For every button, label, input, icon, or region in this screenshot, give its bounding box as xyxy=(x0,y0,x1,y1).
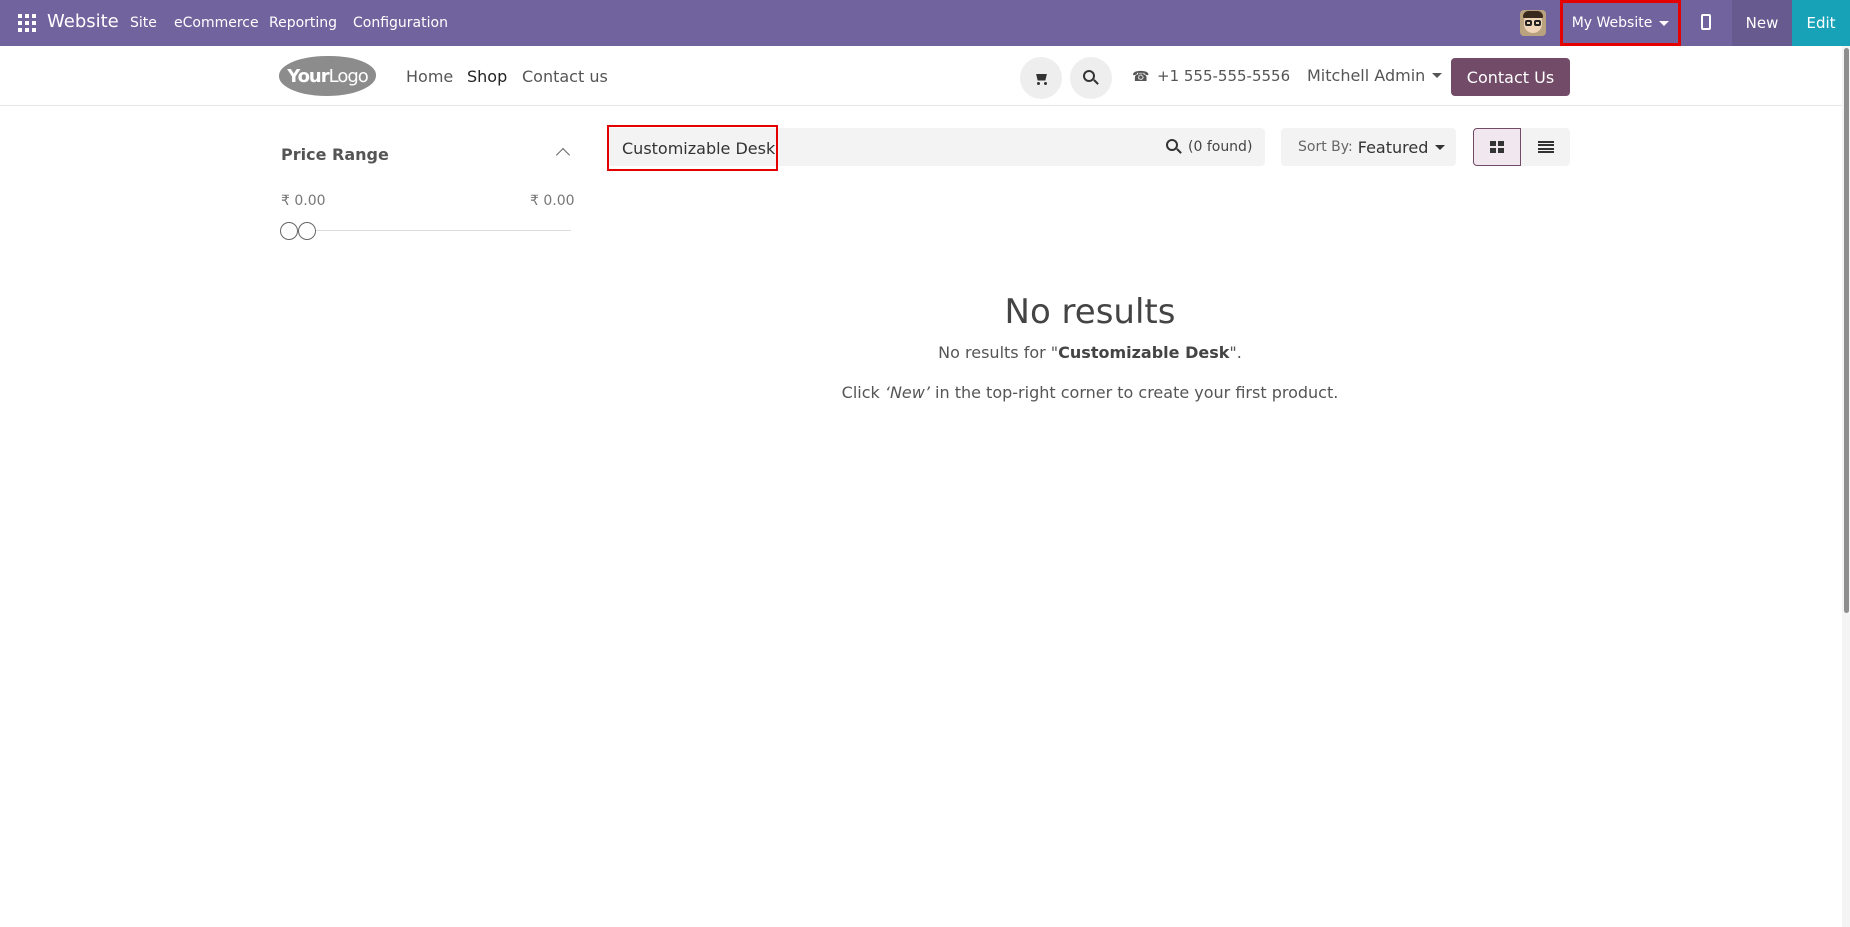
hint-suffix: in the top-right corner to create your f… xyxy=(929,383,1339,402)
results-count: (0 found) xyxy=(1188,139,1253,155)
search-input[interactable]: Customizable Desk xyxy=(607,125,778,171)
new-button[interactable]: New xyxy=(1732,0,1792,46)
site-logo[interactable]: Your Logo xyxy=(279,56,376,96)
hint-new: ‘New’ xyxy=(884,383,930,402)
admin-topbar: Website Site eCommerce Reporting Configu… xyxy=(0,0,1850,46)
no-results-message: No results for "Customizable Desk". xyxy=(0,343,1850,362)
no-results-suffix: ". xyxy=(1229,343,1242,362)
no-results-hint: Click ‘New’ in the top-right corner to c… xyxy=(0,383,1850,402)
app-brand[interactable]: Website xyxy=(47,11,119,32)
list-view-icon xyxy=(1537,141,1554,153)
sort-label: Sort By: xyxy=(1298,139,1353,155)
search-submit-button[interactable] xyxy=(1166,139,1182,155)
sort-value: Featured xyxy=(1357,137,1429,157)
caret-down-icon xyxy=(1435,144,1446,150)
caret-down-icon xyxy=(1659,20,1670,26)
no-results-title: No results xyxy=(1004,292,1176,332)
price-range-max-handle[interactable] xyxy=(298,222,316,240)
price-range-track[interactable] xyxy=(281,230,571,231)
price-range-min-handle[interactable] xyxy=(280,222,298,240)
website-switcher-dropdown[interactable]: My Website xyxy=(1560,0,1681,46)
user-avatar[interactable] xyxy=(1520,10,1546,36)
mobile-preview-icon[interactable] xyxy=(1701,14,1711,30)
menu-reporting[interactable]: Reporting xyxy=(269,15,337,31)
website-header: Your Logo Home Shop Contact us ☎ +1 555-5… xyxy=(0,46,1850,106)
sort-dropdown[interactable]: Sort By: Featured xyxy=(1281,128,1456,166)
price-max-value: ₹ 0.00 xyxy=(530,193,575,209)
apps-grid-icon[interactable] xyxy=(18,14,36,32)
phone-icon: ☎ xyxy=(1132,69,1150,85)
search-button[interactable] xyxy=(1070,57,1112,99)
no-results-query: Customizable Desk xyxy=(1058,343,1230,362)
menu-ecommerce[interactable]: eCommerce xyxy=(174,15,259,31)
menu-site[interactable]: Site xyxy=(130,15,157,31)
search-icon xyxy=(1166,139,1182,155)
grid-view-button[interactable] xyxy=(1473,128,1521,166)
user-name: Mitchell Admin xyxy=(1307,66,1426,85)
price-range-title: Price Range xyxy=(281,145,389,164)
chevron-up-icon[interactable] xyxy=(555,147,571,163)
logo-text-bold: Your xyxy=(287,65,329,87)
logo-text-light: Logo xyxy=(328,65,369,87)
nav-contact-us[interactable]: Contact us xyxy=(522,67,608,86)
scrollbar-thumb[interactable] xyxy=(1844,48,1849,613)
hint-prefix: Click xyxy=(841,383,885,402)
no-results-prefix: No results for " xyxy=(938,343,1059,362)
price-min-value: ₹ 0.00 xyxy=(281,193,326,209)
list-view-button[interactable] xyxy=(1521,128,1570,166)
contact-us-button[interactable]: Contact Us xyxy=(1451,58,1570,96)
cart-button[interactable] xyxy=(1020,57,1062,99)
nav-shop[interactable]: Shop xyxy=(467,67,507,86)
phone-number[interactable]: +1 555-555-5556 xyxy=(1157,67,1290,85)
website-switcher-label: My Website xyxy=(1571,15,1653,31)
edit-button[interactable]: Edit xyxy=(1792,0,1850,46)
menu-configuration[interactable]: Configuration xyxy=(353,15,448,31)
cart-icon xyxy=(1034,73,1048,85)
caret-down-icon xyxy=(1432,73,1443,78)
search-icon xyxy=(1083,70,1099,86)
view-toggle xyxy=(1473,128,1570,166)
grid-view-icon xyxy=(1490,141,1504,153)
nav-home[interactable]: Home xyxy=(406,67,453,86)
user-menu-dropdown[interactable]: Mitchell Admin xyxy=(1307,66,1443,85)
